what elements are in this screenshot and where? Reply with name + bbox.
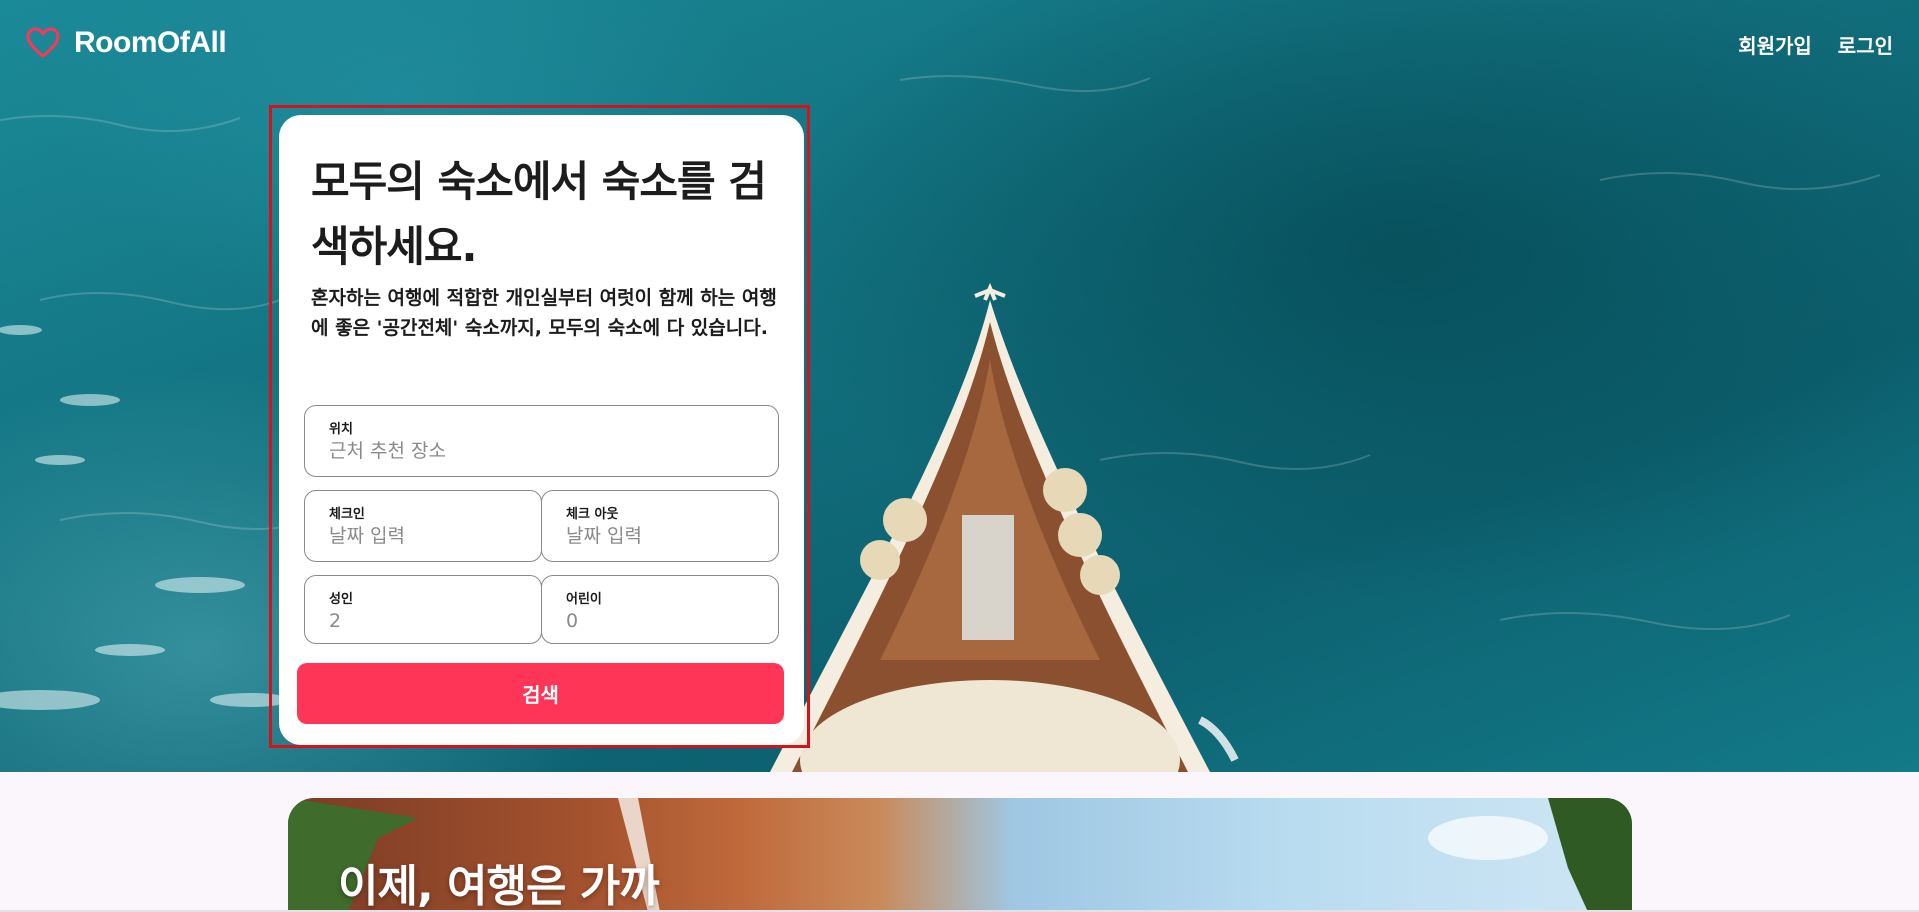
adults-label: 성인 [329,592,353,607]
promo-banner[interactable]: 이제, 여행은 가까 [288,798,1632,912]
checkout-label: 체크 아웃 [566,507,619,522]
checkin-input[interactable] [329,525,525,547]
boat-image [770,282,1239,772]
search-card-headline: 모두의 숙소에서 숙소를 검색하세요. [311,157,767,271]
top-navigation-bar: RoomOfAll 회원가입 로그인 [0,0,1919,86]
adults-field[interactable]: 성인 [304,575,542,644]
adults-input[interactable] [329,610,525,632]
search-button[interactable]: 검색 [297,663,784,724]
brand-name: RoomOfAll [74,26,227,59]
search-card: 모두의 숙소에서 숙소를 검색하세요. 혼자하는 여행에 적합한 개인실부터 여… [279,115,804,745]
children-field[interactable]: 어린이 [541,575,779,644]
checkout-input[interactable] [566,525,762,547]
search-card-description: 혼자하는 여행에 적합한 개인실부터 여럿이 함께 하는 여행에 좋은 '공간전… [311,287,777,339]
heart-outline-icon [26,27,60,58]
promo-title: 이제, 여행은 가까 [338,861,660,912]
checkout-field[interactable]: 체크 아웃 [541,490,779,562]
brand-logo[interactable]: RoomOfAll [26,26,227,60]
children-label: 어린이 [566,592,602,607]
login-link[interactable]: 로그인 [1838,30,1893,59]
children-input[interactable] [566,610,762,632]
location-input[interactable] [329,440,762,462]
header-nav: 회원가입 로그인 [1738,30,1893,59]
checkin-field[interactable]: 체크인 [304,490,542,562]
checkin-label: 체크인 [329,507,365,522]
location-label: 위치 [329,422,353,437]
signup-link[interactable]: 회원가입 [1738,30,1812,59]
location-field[interactable]: 위치 [304,405,779,477]
